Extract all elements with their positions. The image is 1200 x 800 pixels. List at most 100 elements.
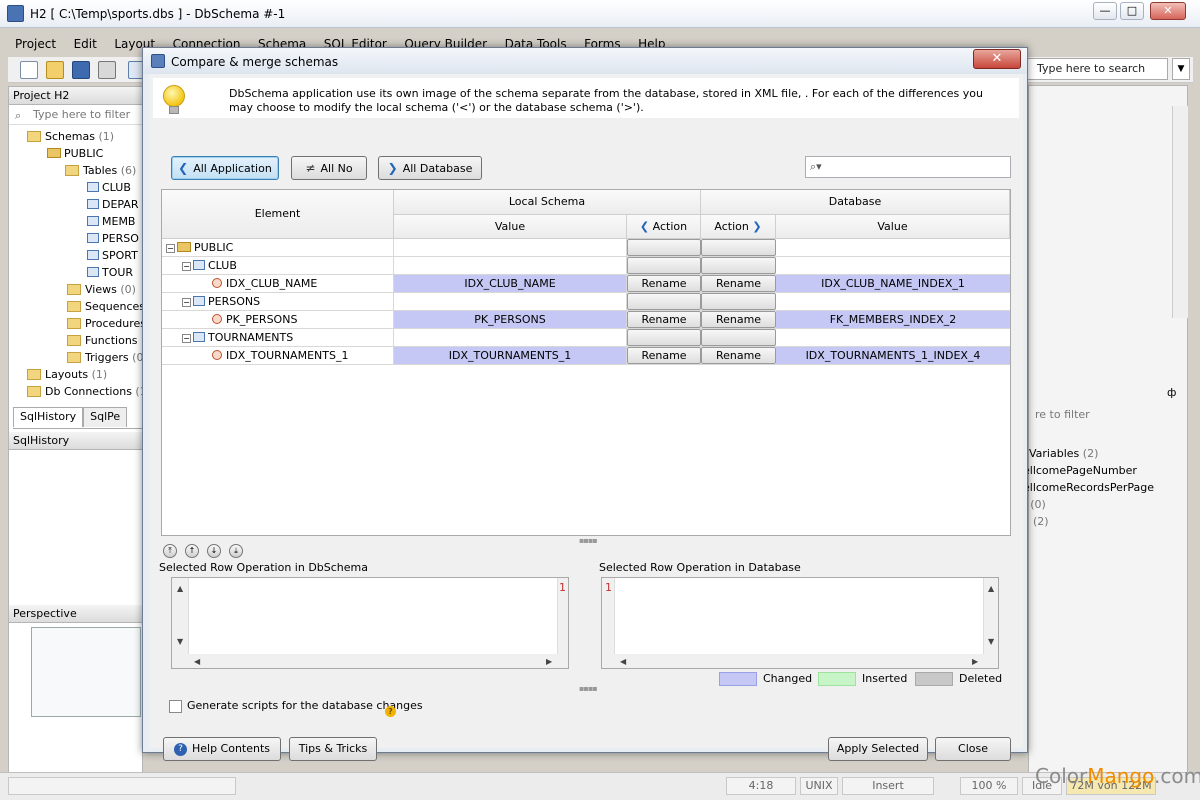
scroll-up-icon[interactable]: ▲ <box>988 584 994 593</box>
dialog-close-button[interactable]: ✕ <box>973 49 1021 69</box>
tree-item-triggers[interactable]: Triggers (0 <box>67 350 143 366</box>
local-action-button[interactable] <box>627 329 701 346</box>
search-dropdown-icon[interactable]: ▼ <box>1172 58 1190 80</box>
tree-item-functions[interactable]: Functions ( <box>67 333 145 349</box>
close-window-button[interactable]: ✕ <box>1150 2 1186 20</box>
collapse-icon[interactable]: − <box>182 262 191 271</box>
apply-selected-button[interactable]: Apply Selected <box>828 737 928 761</box>
tree-item-views[interactable]: Views (0) <box>67 282 136 298</box>
scroll-left-icon[interactable]: ◀ <box>620 657 626 666</box>
right-filter-input[interactable]: re to filter <box>1035 408 1090 421</box>
local-action-button[interactable] <box>627 257 701 274</box>
move-top-icon[interactable]: ⤒ <box>163 544 177 558</box>
scroll-up-icon[interactable]: ▲ <box>177 584 183 593</box>
header-local-value[interactable]: Value <box>394 215 627 239</box>
move-down-icon[interactable]: ↓ <box>207 544 221 558</box>
pin-icon[interactable]: ф <box>1167 386 1176 399</box>
local-rename-button[interactable]: Rename <box>627 275 701 292</box>
tree-item-depar[interactable]: DEPAR <box>87 197 139 213</box>
table-icon <box>87 199 99 209</box>
new-file-icon[interactable] <box>20 61 38 79</box>
tree-item-memb[interactable]: MEMB <box>87 214 135 230</box>
variable-welcome-records-per-page[interactable]: ellcomeRecordsPerPage <box>1023 481 1154 494</box>
tree-item-schemas[interactable]: Schemas (1) <box>27 129 114 145</box>
collapse-icon[interactable]: − <box>166 244 175 253</box>
grid-row[interactable]: PK_PERSONS PK_PERSONS Rename Rename FK_M… <box>162 311 1010 329</box>
move-bottom-icon[interactable]: ⤓ <box>229 544 243 558</box>
scroll-right-icon[interactable]: ▶ <box>546 657 552 666</box>
header-local-action[interactable]: ❮ Action <box>627 215 701 239</box>
tree-item-procedures[interactable]: Procedures <box>67 316 146 332</box>
collapse-icon[interactable]: − <box>182 298 191 307</box>
scroll-right-icon[interactable]: ▶ <box>972 657 978 666</box>
header-db-value[interactable]: Value <box>776 215 1010 239</box>
global-search-input[interactable]: Type here to search <box>1022 58 1168 80</box>
local-action-button[interactable] <box>627 293 701 310</box>
close-button[interactable]: Close <box>935 737 1011 761</box>
all-application-button[interactable]: ❮ All Application <box>171 156 279 180</box>
tree-item-perso[interactable]: PERSO <box>87 231 139 247</box>
tips-tricks-button[interactable]: Tips & Tricks <box>289 737 377 761</box>
all-no-button[interactable]: ≠ All No <box>291 156 367 180</box>
tree-item-public[interactable]: PUBLIC <box>47 146 103 162</box>
grid-row[interactable]: − PUBLIC <box>162 239 1010 257</box>
local-rename-button[interactable]: Rename <box>627 311 701 328</box>
right-scrollbar[interactable] <box>1172 106 1188 318</box>
tab-sqlhistory[interactable]: SqlHistory <box>13 407 84 427</box>
tree-item-tables[interactable]: Tables (6) <box>65 163 136 179</box>
dbschema-sql-editor[interactable]: 1 ▲ ▼ ◀ ▶ <box>171 577 569 669</box>
all-database-button[interactable]: ❯ All Database <box>378 156 482 180</box>
perspective-thumbnail[interactable] <box>31 627 141 717</box>
tree-item-sport[interactable]: SPORT <box>87 248 138 264</box>
tree-item-layouts[interactable]: Layouts (1) <box>27 367 107 383</box>
scroll-left-icon[interactable]: ◀ <box>194 657 200 666</box>
bottom-splitter[interactable]: ▪▪▪▪ <box>579 684 598 693</box>
project-filter-input[interactable]: ⌕ Type here to filter <box>9 105 142 125</box>
tree-item-db-connections[interactable]: Db Connections (1) <box>27 384 151 400</box>
grid-row[interactable]: − CLUB <box>162 257 1010 275</box>
variable-welcome-page-number[interactable]: ellcomePageNumber <box>1023 464 1137 477</box>
open-folder-icon[interactable] <box>46 61 64 79</box>
status-zoom[interactable]: 100 % <box>960 777 1018 795</box>
variables-item[interactable]: Variables (2) <box>1029 447 1098 460</box>
editor-text-area[interactable] <box>188 578 558 654</box>
move-up-icon[interactable]: ↑ <box>185 544 199 558</box>
db-action-button[interactable] <box>701 257 776 274</box>
grid-row[interactable]: IDX_TOURNAMENTS_1 IDX_TOURNAMENTS_1 Rena… <box>162 347 1010 365</box>
collapse-icon[interactable]: − <box>182 334 191 343</box>
minimize-button[interactable]: — <box>1093 2 1117 20</box>
header-element[interactable]: Element <box>162 190 394 239</box>
local-action-button[interactable] <box>627 239 701 256</box>
editor-text-area[interactable] <box>614 578 984 654</box>
local-rename-button[interactable]: Rename <box>627 347 701 364</box>
menu-edit[interactable]: Edit <box>67 34 104 54</box>
table-icon <box>87 216 99 226</box>
header-db-action[interactable]: Action ❯ <box>701 215 776 239</box>
db-action-button[interactable] <box>701 239 776 256</box>
tree-item-club[interactable]: CLUB <box>87 180 131 196</box>
grid-splitter[interactable]: ▪▪▪▪ <box>579 536 598 545</box>
scroll-down-icon[interactable]: ▼ <box>988 637 994 646</box>
db-rename-button[interactable]: Rename <box>701 275 776 292</box>
print-icon[interactable] <box>98 61 116 79</box>
menu-project[interactable]: Project <box>8 34 63 54</box>
grid-filter-input[interactable]: ⌕▾ <box>805 156 1011 178</box>
grid-row[interactable]: IDX_CLUB_NAME IDX_CLUB_NAME Rename Renam… <box>162 275 1010 293</box>
tree-item-tour[interactable]: TOUR <box>87 265 133 281</box>
scroll-down-icon[interactable]: ▼ <box>177 637 183 646</box>
grid-row[interactable]: − PERSONS <box>162 293 1010 311</box>
help-question-icon[interactable]: ? <box>385 706 396 717</box>
tab-sqlperspective[interactable]: SqlPe <box>83 407 128 427</box>
db-action-button[interactable] <box>701 293 776 310</box>
save-icon[interactable] <box>72 61 90 79</box>
db-rename-button[interactable]: Rename <box>701 311 776 328</box>
generate-scripts-checkbox[interactable] <box>169 700 182 713</box>
database-sql-editor[interactable]: 1 ▲ ▼ ◀ ▶ <box>601 577 999 669</box>
db-rename-button[interactable]: Rename <box>701 347 776 364</box>
grid-row[interactable]: − TOURNAMENTS <box>162 329 1010 347</box>
help-contents-button[interactable]: ? Help Contents <box>163 737 281 761</box>
right-item-5[interactable]: (2) <box>1033 515 1049 528</box>
tree-item-sequences[interactable]: Sequences <box>67 299 145 315</box>
maximize-button[interactable]: □ <box>1120 2 1144 20</box>
db-action-button[interactable] <box>701 329 776 346</box>
